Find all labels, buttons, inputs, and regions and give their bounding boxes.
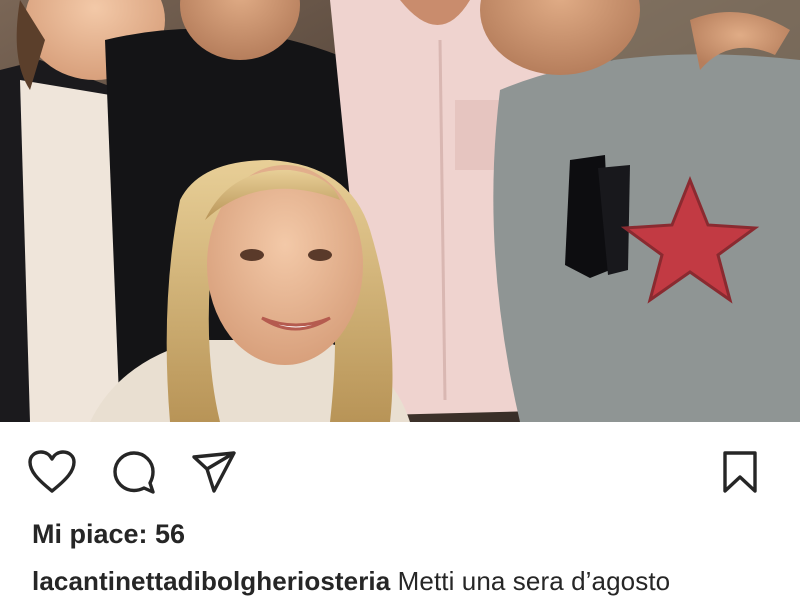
post-photo[interactable] (0, 0, 800, 422)
group-selfie-image (0, 0, 800, 422)
comment-button[interactable] (108, 446, 160, 498)
heart-icon (28, 450, 76, 493)
bookmark-icon (723, 451, 757, 493)
likes-count[interactable]: Mi piace: 56 (32, 519, 185, 550)
action-bar (0, 422, 800, 512)
caption-text: Metti una sera d’agosto (397, 566, 671, 596)
comment-icon (113, 451, 155, 494)
like-button[interactable] (26, 446, 78, 498)
paper-plane-icon (192, 451, 236, 493)
caption-username[interactable]: lacantinettadibolgheriosteria (32, 566, 390, 596)
save-button[interactable] (714, 446, 766, 498)
share-button[interactable] (188, 446, 240, 498)
post-caption: lacantinettadibolgheriosteria Metti una … (32, 566, 670, 597)
instagram-post: Mi piace: 56 lacantinettadibolgherioster… (0, 0, 800, 600)
